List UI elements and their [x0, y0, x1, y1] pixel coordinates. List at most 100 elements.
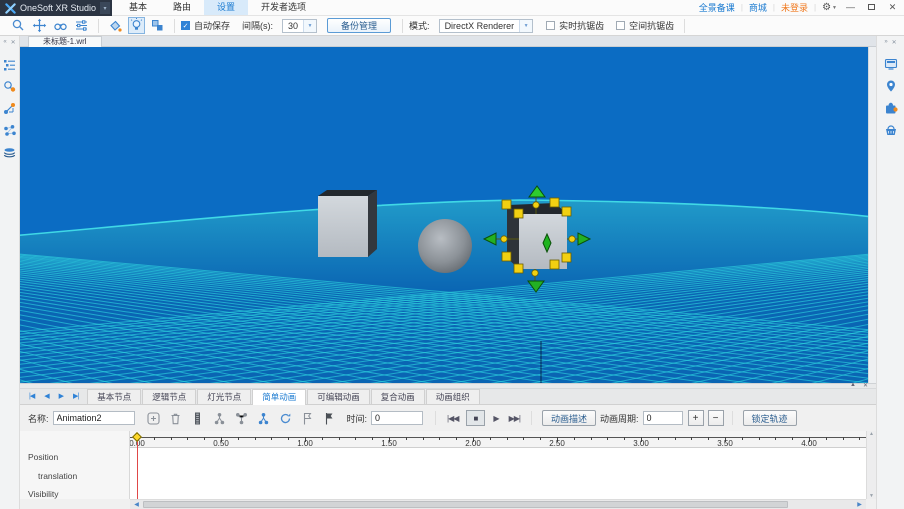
- ruler-tick: [759, 437, 760, 440]
- menu-developer-options[interactable]: 开发者选项: [248, 0, 319, 15]
- menu-routing[interactable]: 路由: [160, 0, 204, 15]
- add-keyframe-button[interactable]: [145, 410, 162, 427]
- close-panel-icon[interactable]: ✕: [11, 39, 16, 46]
- tab-simple-animation[interactable]: 简单动画: [252, 389, 306, 405]
- library-panel-button[interactable]: [884, 57, 898, 71]
- tab-logic-nodes[interactable]: 逻辑节点: [142, 389, 196, 404]
- scrollbar-thumb[interactable]: [143, 501, 788, 508]
- basket-icon: [884, 123, 898, 137]
- minimize-button[interactable]: —: [843, 0, 858, 15]
- node-mode3-button[interactable]: [255, 410, 272, 427]
- move-tool-button[interactable]: [31, 17, 48, 34]
- scene-object-box[interactable]: [318, 190, 377, 257]
- login-link[interactable]: 未登录: [781, 1, 808, 14]
- adjust-tool-button[interactable]: [73, 17, 90, 34]
- node-graph-button[interactable]: [3, 101, 17, 115]
- location-panel-button[interactable]: [884, 79, 898, 93]
- app-logo-icon: [5, 3, 16, 14]
- settings-gear-button[interactable]: ⚙ ▼: [822, 2, 837, 13]
- layers-button[interactable]: [3, 145, 17, 159]
- app-menu-caret-icon[interactable]: ▾: [100, 2, 110, 14]
- rewind-button[interactable]: |◀◀: [447, 414, 458, 423]
- tab-basic-nodes[interactable]: 基本节点: [87, 389, 141, 404]
- app-logo-area[interactable]: OneSoft XR Studio ▾: [0, 0, 112, 16]
- renderer-value: DirectX Renderer: [440, 20, 520, 32]
- delete-keyframe-button[interactable]: [167, 410, 184, 427]
- divider: |: [814, 3, 816, 12]
- track-visibility[interactable]: Visibility: [28, 489, 59, 499]
- node-mode-button[interactable]: [211, 410, 228, 427]
- menu-settings[interactable]: 设置: [204, 0, 248, 15]
- render-fill-button[interactable]: [107, 17, 124, 34]
- loop-button[interactable]: [277, 410, 294, 427]
- tab-first-button[interactable]: |◀: [29, 392, 34, 400]
- ruler-tick: [859, 437, 860, 440]
- titlebar: OneSoft XR Studio ▾ 基本 路由 设置 开发者选项 全景备课 …: [0, 0, 904, 16]
- ruler-tick: [372, 437, 373, 440]
- resource-basket-button[interactable]: [884, 123, 898, 137]
- scroll-left-icon[interactable]: ◀: [130, 501, 143, 508]
- close-panel-icon[interactable]: ✕: [892, 39, 897, 46]
- scroll-up-icon[interactable]: ▲: [869, 431, 874, 437]
- panel-close-icon[interactable]: ✕: [863, 382, 868, 389]
- track-translation[interactable]: translation: [38, 471, 77, 481]
- realtime-aa-checkbox[interactable]: [546, 21, 555, 30]
- play-button[interactable]: ▶: [493, 414, 498, 423]
- auto-save-checkbox[interactable]: ✓: [181, 21, 190, 30]
- track-area[interactable]: [130, 448, 866, 499]
- scene-search-button[interactable]: [3, 79, 17, 93]
- playhead[interactable]: [137, 441, 138, 499]
- time-input[interactable]: [371, 411, 423, 425]
- period-increase-button[interactable]: +: [688, 410, 704, 426]
- timeline-ruler[interactable]: 0.000.501.001.502.002.503.003.504.00: [130, 431, 866, 448]
- period-input[interactable]: [643, 411, 683, 425]
- backup-manage-button[interactable]: 备份管理: [327, 18, 391, 33]
- scroll-down-icon[interactable]: ▼: [869, 493, 874, 499]
- objects-tool-button[interactable]: [149, 17, 166, 34]
- tab-next-button[interactable]: ▶: [59, 392, 63, 400]
- scene-object-sphere[interactable]: [418, 219, 472, 273]
- tab-prev-button[interactable]: ◀: [44, 392, 48, 400]
- cluster-button[interactable]: [3, 123, 17, 137]
- plugin-panel-button[interactable]: [884, 101, 898, 115]
- renderer-select[interactable]: DirectX Renderer ▼: [439, 19, 534, 33]
- tab-last-button[interactable]: ▶|: [73, 392, 78, 400]
- view-tool-button[interactable]: [52, 17, 69, 34]
- fast-forward-button[interactable]: ▶▶|: [509, 414, 520, 423]
- timeline-vertical-scrollbar[interactable]: ▲ ▼: [866, 431, 876, 499]
- panel-expand-icon[interactable]: ▲: [850, 382, 856, 389]
- viewport-scrollbar[interactable]: [868, 47, 876, 383]
- menu-basic[interactable]: 基本: [116, 0, 160, 15]
- spatial-aa-checkbox[interactable]: [616, 21, 625, 30]
- 3d-viewport[interactable]: [20, 47, 868, 383]
- collapse-right-icon[interactable]: »: [884, 39, 887, 46]
- cluster-icon: [3, 124, 16, 137]
- document-tab[interactable]: 未标题-1.wrl: [28, 36, 102, 47]
- store-link[interactable]: 商城: [749, 1, 767, 14]
- main-toolbar: ✓ 自动保存 间隔(s): 30 ▼ 备份管理 模式: DirectX Rend…: [0, 16, 904, 36]
- tab-animation-organize[interactable]: 动画组织: [426, 389, 480, 404]
- flag-end-button[interactable]: [321, 410, 338, 427]
- close-button[interactable]: ✕: [885, 0, 900, 15]
- lock-track-button[interactable]: 锁定轨迹: [743, 410, 797, 426]
- restore-button[interactable]: [864, 0, 879, 15]
- period-decrease-button[interactable]: −: [708, 410, 724, 426]
- interval-select[interactable]: 30 ▼: [282, 19, 317, 33]
- tab-editable-animation[interactable]: 可编辑动画: [307, 389, 370, 404]
- keyframe-list-button[interactable]: [189, 410, 206, 427]
- scene-tree-button[interactable]: [3, 57, 17, 71]
- tab-light-nodes[interactable]: 灯光节点: [197, 389, 251, 404]
- animation-describe-button[interactable]: 动画描述: [542, 410, 596, 426]
- stop-button[interactable]: ■: [466, 410, 485, 426]
- light-toggle-button[interactable]: [128, 17, 145, 34]
- scroll-right-icon[interactable]: ▶: [853, 501, 866, 508]
- flag-start-button[interactable]: [299, 410, 316, 427]
- zoom-tool-button[interactable]: [10, 17, 27, 34]
- animation-name-input[interactable]: [53, 411, 135, 425]
- tab-composite-animation[interactable]: 复合动画: [371, 389, 425, 404]
- track-position[interactable]: Position: [28, 452, 58, 462]
- timeline-horizontal-scrollbar[interactable]: ◀ ▶: [130, 499, 866, 509]
- node-mode2-button[interactable]: [233, 410, 250, 427]
- collapse-left-icon[interactable]: «: [3, 39, 6, 46]
- panorama-link[interactable]: 全景备课: [699, 1, 735, 14]
